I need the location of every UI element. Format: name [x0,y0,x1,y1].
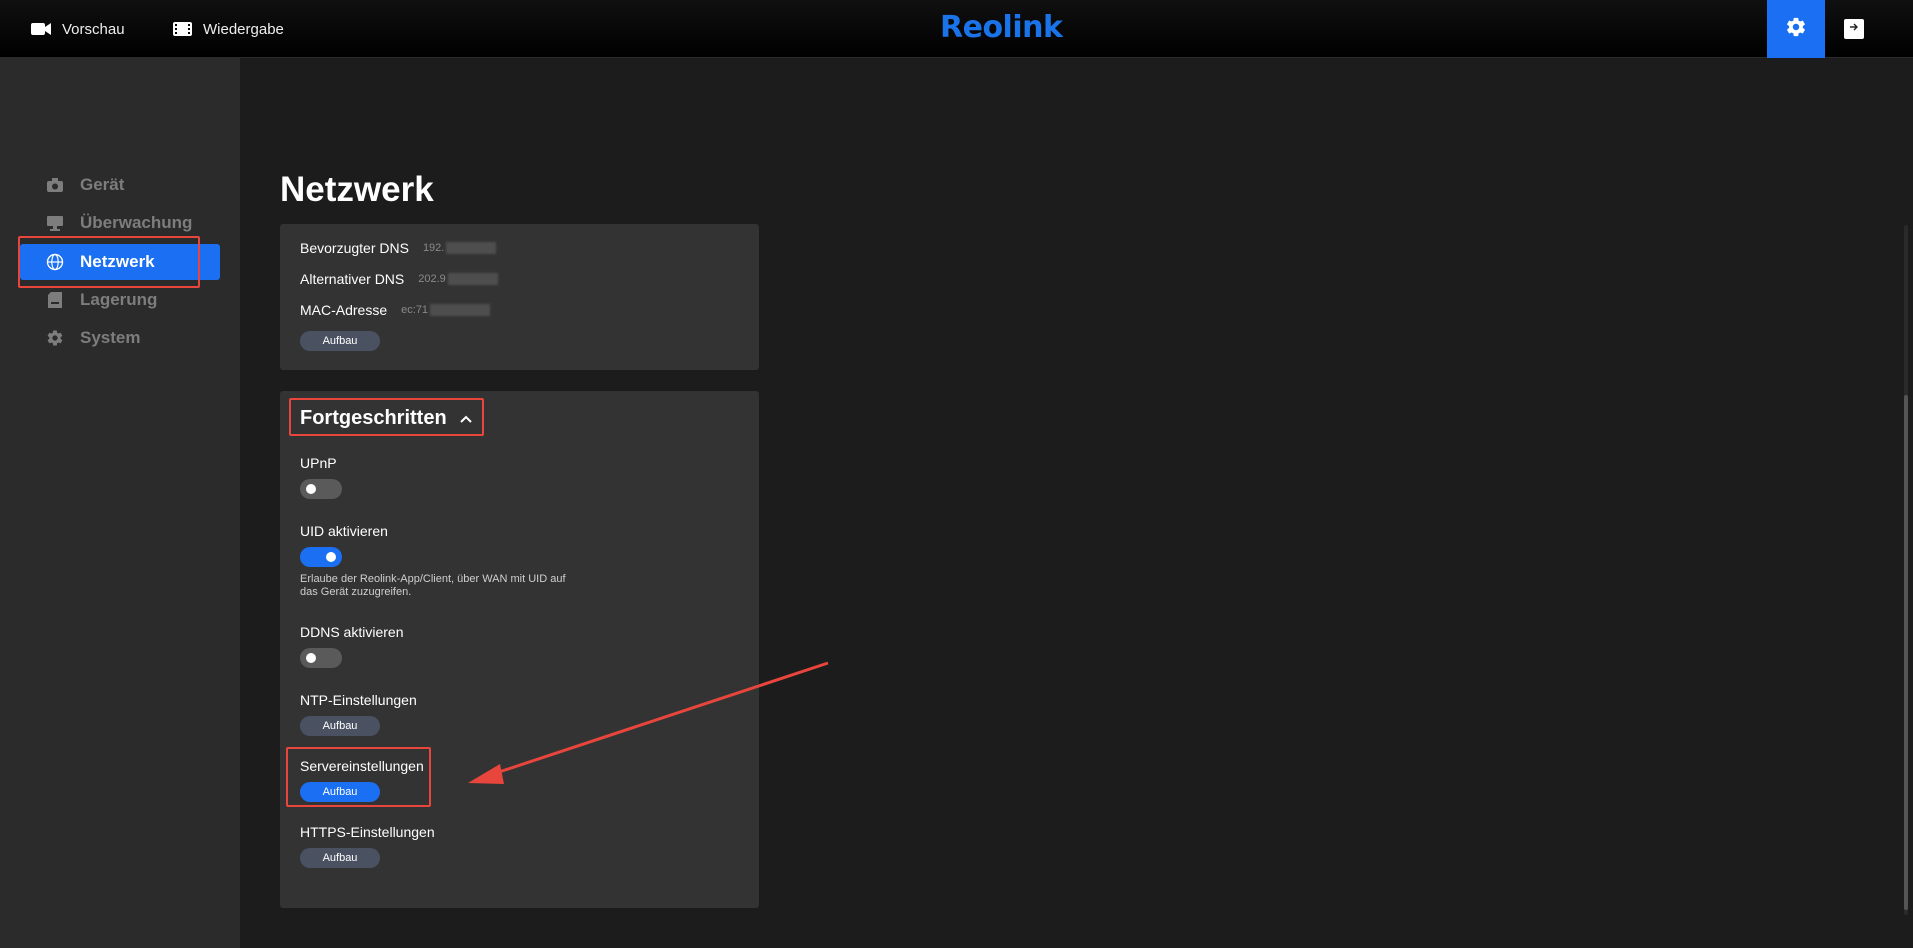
logout-icon [1848,20,1860,38]
ddns-toggle[interactable] [300,648,342,668]
https-setup-button[interactable]: Aufbau [300,848,380,868]
top-bar: Vorschau Wiedergabe Reolink [0,0,1913,58]
chevron-up-icon [459,407,473,430]
upnp-toggle[interactable] [300,479,342,499]
scrollbar-thumb[interactable] [1904,395,1908,910]
sidebar-item-label: Überwachung [80,213,193,232]
uid-toggle[interactable] [300,547,342,567]
server-settings-label: Servereinstellungen [300,758,424,774]
network-setup-button[interactable]: Aufbau [300,331,380,351]
ntp-label: NTP-Einstellungen [300,692,417,708]
mac-address-value: ec:71 [401,304,429,316]
advanced-card: Fortgeschritten UPnP UID aktivieren Erla… [280,391,759,908]
reolink-logo: Reolink [940,10,1063,45]
redaction-blur [446,242,497,254]
gear-icon [1785,16,1807,43]
logout-button[interactable] [1844,19,1864,39]
mac-address-row: MAC-Adresse ec:71 [300,302,491,318]
advanced-section-toggle[interactable]: Fortgeschritten [300,407,473,430]
preferred-dns-row: Bevorzugter DNS 192. [300,240,497,256]
mac-address-label: MAC-Adresse [300,302,388,318]
toggle-knob [326,552,336,562]
monitor-icon [20,215,80,231]
gear-icon [20,329,80,347]
alternate-dns-value: 202.9 [418,273,446,285]
sidebar-item-ueberwachung[interactable]: Überwachung [20,205,220,241]
ddns-label: DDNS aktivieren [300,624,404,640]
uid-label: UID aktivieren [300,523,388,539]
upnp-label: UPnP [300,455,337,471]
sidebar-item-label: Lagerung [80,290,158,309]
toggle-knob [306,653,316,663]
page-title: Netzwerk [280,170,434,209]
uid-hint: Erlaube der Reolink-App/Client, über WAN… [300,573,566,598]
sidebar-item-netzwerk[interactable]: Netzwerk [20,244,220,280]
sidebar: Gerät Überwachung Netzwerk Lagerung Syst… [0,58,240,948]
settings-button[interactable] [1767,0,1825,58]
playback-label: Wiedergabe [203,20,284,38]
ntp-setup-button[interactable]: Aufbau [300,716,380,736]
sidebar-item-geraet[interactable]: Gerät [20,167,220,203]
https-label: HTTPS-Einstellungen [300,824,435,840]
server-setup-button[interactable]: Aufbau [300,782,380,802]
redaction-blur [430,304,491,316]
preview-label: Vorschau [62,20,125,38]
film-icon [172,21,193,37]
sidebar-item-label: System [80,328,141,347]
toggle-knob [306,484,316,494]
video-camera-icon [30,21,52,37]
globe-icon [20,253,80,271]
preferred-dns-label: Bevorzugter DNS [300,240,409,256]
network-info-card: Bevorzugter DNS 192. Alternativer DNS 20… [280,224,759,370]
storage-icon [20,291,80,309]
alternate-dns-label: Alternativer DNS [300,271,405,287]
preferred-dns-value: 192. [422,242,445,254]
alternate-dns-row: Alternativer DNS 202.9 [300,271,498,287]
sidebar-item-label: Gerät [80,175,125,194]
camera-icon [20,177,80,193]
redaction-blur [447,273,498,285]
advanced-title: Fortgeschritten [300,407,447,429]
playback-nav-link[interactable]: Wiedergabe [172,0,284,58]
preview-nav-link[interactable]: Vorschau [30,0,125,58]
sidebar-item-system[interactable]: System [20,320,220,356]
sidebar-item-label: Netzwerk [80,252,155,271]
sidebar-item-lagerung[interactable]: Lagerung [20,282,220,318]
